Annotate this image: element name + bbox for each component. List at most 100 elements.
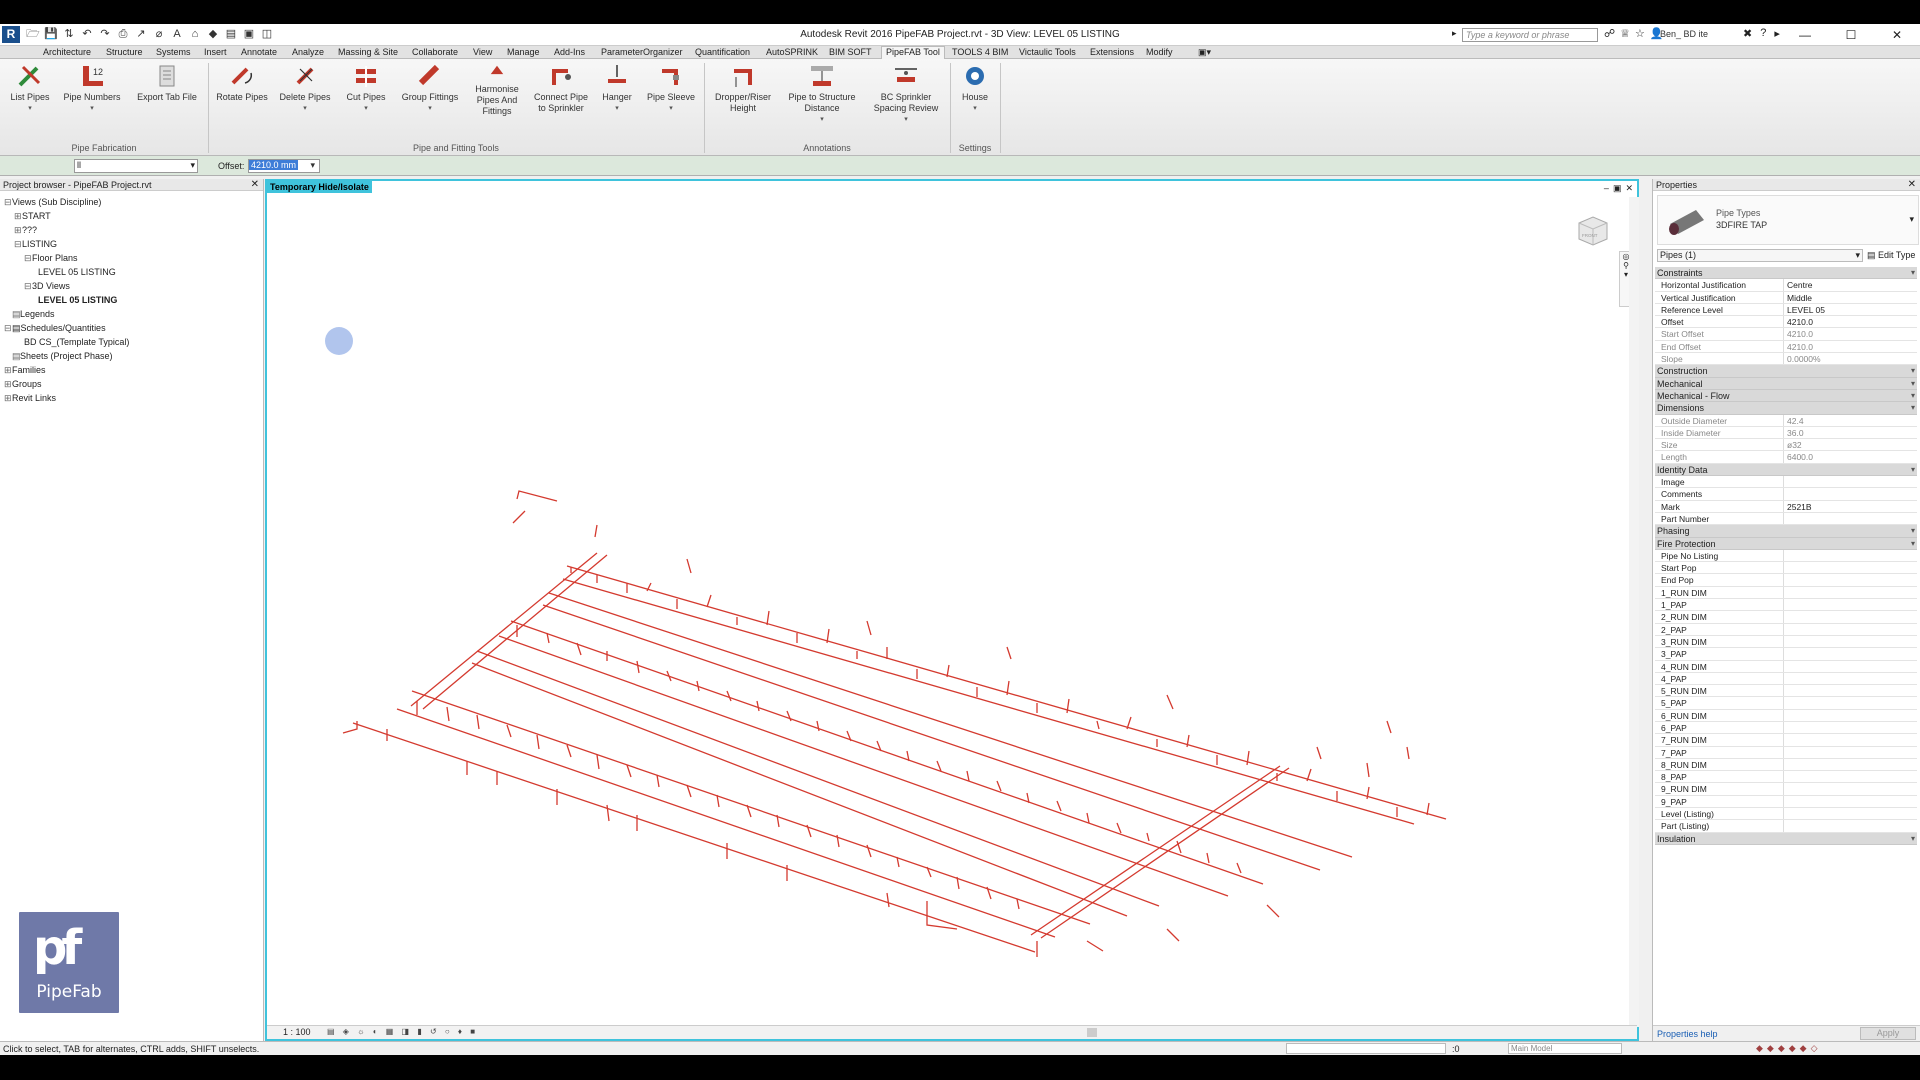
tree-item-3d-views[interactable]: ⊟3D Views bbox=[24, 281, 70, 292]
property-value[interactable] bbox=[1783, 721, 1917, 734]
house-settings-button[interactable]: House ▾ bbox=[954, 63, 996, 114]
property-value[interactable] bbox=[1783, 635, 1917, 648]
open-icon[interactable]: 🗁 bbox=[26, 27, 40, 42]
property-value[interactable] bbox=[1783, 709, 1917, 721]
view-control-icons[interactable]: ▤ ◈ ☼ ◐ ▦ ◨ ▮ ↺ ○ ♦ ■ bbox=[327, 1027, 478, 1036]
exchange-apps-icon[interactable]: ✖ bbox=[1743, 27, 1752, 40]
type-selector[interactable]: Pipe Types 3DFIRE TAP ▾ bbox=[1657, 195, 1919, 245]
connect-pipe-sprinkler-button[interactable]: Connect Pipe to Sprinkler bbox=[530, 63, 592, 114]
tab-view[interactable]: View bbox=[473, 47, 492, 57]
tab-manage[interactable]: Manage bbox=[507, 47, 540, 57]
tab-quantification[interactable]: Quantification bbox=[695, 47, 750, 57]
ribbon-options-icon[interactable]: ▣▾ bbox=[1198, 47, 1211, 58]
tree-item-sheets[interactable]: ▤Sheets (Project Phase) bbox=[12, 351, 113, 362]
print-icon[interactable]: ⎙ bbox=[116, 27, 130, 42]
chevron-down-icon[interactable]: ▾ bbox=[1909, 214, 1914, 225]
rotate-pipes-button[interactable]: Rotate Pipes bbox=[212, 63, 272, 103]
tab-pipefab-tool[interactable]: PipeFAB Tool bbox=[881, 46, 945, 59]
property-value[interactable] bbox=[1783, 574, 1917, 586]
property-value[interactable] bbox=[1783, 746, 1917, 758]
save-icon[interactable]: 💾 bbox=[44, 27, 58, 42]
horizontal-scrollbar-thumb[interactable] bbox=[1087, 1028, 1097, 1037]
tab-tools-4-bim[interactable]: TOOLS 4 BIM bbox=[952, 47, 1008, 57]
property-value[interactable] bbox=[1783, 549, 1917, 562]
property-value[interactable] bbox=[1783, 783, 1917, 795]
temporary-hide-isolate-tag[interactable]: Temporary Hide/Isolate bbox=[267, 181, 372, 193]
help-icon[interactable]: ? bbox=[1760, 27, 1766, 40]
favorites-icon[interactable]: ☆ bbox=[1635, 27, 1645, 40]
property-value[interactable] bbox=[1783, 599, 1917, 611]
hanger-button[interactable]: Hanger ▾ bbox=[596, 63, 638, 114]
property-value[interactable] bbox=[1783, 672, 1917, 685]
property-value[interactable] bbox=[1783, 586, 1917, 599]
more-icon[interactable]: ▸ bbox=[1774, 27, 1780, 40]
tree-item-floor-plan-level05[interactable]: LEVEL 05 LISTING bbox=[38, 267, 116, 277]
property-value[interactable] bbox=[1783, 476, 1917, 488]
tab-bim-soft[interactable]: BIM SOFT bbox=[829, 47, 872, 57]
tree-item-legends[interactable]: ▤Legends bbox=[12, 309, 55, 320]
tree-item-start[interactable]: ⊞START bbox=[14, 211, 51, 222]
property-value[interactable] bbox=[1783, 562, 1917, 574]
property-group-header[interactable]: Identity Data bbox=[1655, 463, 1917, 477]
text-icon[interactable]: A bbox=[170, 27, 184, 42]
property-group-header[interactable]: Mechanical bbox=[1655, 377, 1917, 390]
property-value[interactable]: LEVEL 05 bbox=[1783, 303, 1917, 316]
property-value[interactable]: 2521B bbox=[1783, 500, 1917, 512]
apply-button[interactable]: Apply bbox=[1860, 1027, 1916, 1040]
tab-massing-site[interactable]: Massing & Site bbox=[338, 47, 398, 57]
property-value[interactable] bbox=[1783, 660, 1917, 672]
tree-item-schedule-template[interactable]: BD CS_(Template Typical) bbox=[24, 337, 129, 347]
tab-analyze[interactable]: Analyze bbox=[292, 47, 324, 57]
property-group-header[interactable]: Insulation bbox=[1655, 832, 1917, 845]
pipe-sleeve-button[interactable]: Pipe Sleeve ▾ bbox=[642, 63, 700, 114]
view-restore-icon[interactable]: ▣ bbox=[1613, 183, 1622, 194]
tree-item-revit-links[interactable]: ⊞Revit Links bbox=[4, 393, 56, 404]
pipe-numbers-button[interactable]: 12 Pipe Numbers ▾ bbox=[60, 63, 124, 114]
instance-filter-select[interactable]: Pipes (1) ▾ bbox=[1657, 249, 1863, 262]
search-expand-icon[interactable]: ▸ bbox=[1452, 28, 1457, 39]
switch-windows-icon[interactable]: ◫ bbox=[260, 27, 274, 42]
tree-item-views[interactable]: ⊟Views (Sub Discipline) bbox=[4, 197, 101, 208]
harmonise-button[interactable]: Harmonise Pipes And Fittings bbox=[466, 63, 528, 117]
tab-modify[interactable]: Modify bbox=[1146, 47, 1173, 57]
property-value[interactable] bbox=[1783, 808, 1917, 820]
revit-app-button[interactable]: R bbox=[2, 26, 20, 43]
viewcube[interactable]: FRONT bbox=[1573, 209, 1613, 249]
tab-extensions[interactable]: Extensions bbox=[1090, 47, 1134, 57]
property-value[interactable] bbox=[1783, 734, 1917, 746]
3d-view-canvas[interactable]: Temporary Hide/Isolate – ▣ ✕ FRONT ◎ ⚲ ▾… bbox=[265, 179, 1639, 1041]
dimension-icon[interactable]: ⌀ bbox=[152, 27, 166, 42]
view-close-icon[interactable]: ✕ bbox=[1625, 183, 1633, 194]
tab-structure[interactable]: Structure bbox=[106, 47, 143, 57]
user-name[interactable]: Ben_ BD ite bbox=[1660, 29, 1708, 39]
tree-item-3d-level05[interactable]: LEVEL 05 LISTING bbox=[38, 295, 117, 305]
tree-item-schedules[interactable]: ⊟▤Schedules/Quantities bbox=[4, 323, 106, 334]
sync-icon[interactable]: ⇅ bbox=[62, 27, 76, 42]
edit-type-button[interactable]: ▤ Edit Type bbox=[1867, 250, 1915, 261]
property-value[interactable]: Centre bbox=[1783, 279, 1917, 291]
workset-box[interactable] bbox=[1286, 1043, 1446, 1054]
close-icon[interactable]: ✕ bbox=[251, 179, 259, 191]
property-value[interactable] bbox=[1783, 623, 1917, 635]
thin-lines-icon[interactable]: ▤ bbox=[224, 27, 238, 42]
property-value[interactable] bbox=[1783, 820, 1917, 832]
tab-add-ins[interactable]: Add-Ins bbox=[554, 47, 585, 57]
property-group-header[interactable]: Constraints bbox=[1655, 267, 1917, 280]
close-button[interactable]: ✕ bbox=[1874, 24, 1920, 46]
undo-icon[interactable]: ↶ bbox=[80, 27, 94, 42]
property-group-header[interactable]: Mechanical - Flow bbox=[1655, 389, 1917, 403]
delete-pipes-button[interactable]: Delete Pipes ▾ bbox=[276, 63, 334, 114]
tab-autosprink[interactable]: AutoSPRINK bbox=[766, 47, 818, 57]
tab-insert[interactable]: Insert bbox=[204, 47, 227, 57]
search-input[interactable]: Type a keyword or phrase bbox=[1462, 28, 1598, 42]
3d-view-icon[interactable]: ⌂ bbox=[188, 27, 202, 42]
options-combo[interactable]: ll ▾ bbox=[74, 159, 198, 173]
group-fittings-button[interactable]: Group Fittings ▾ bbox=[398, 63, 462, 114]
view-minimize-icon[interactable]: – bbox=[1604, 183, 1609, 194]
property-value[interactable] bbox=[1783, 512, 1917, 525]
tab-victaulic-tools[interactable]: Victaulic Tools bbox=[1019, 47, 1076, 57]
cut-pipes-button[interactable]: Cut Pipes ▾ bbox=[340, 63, 392, 114]
main-model-select[interactable]: Main Model bbox=[1508, 1043, 1622, 1054]
maximize-button[interactable]: ☐ bbox=[1828, 24, 1874, 46]
property-value[interactable] bbox=[1783, 648, 1917, 660]
